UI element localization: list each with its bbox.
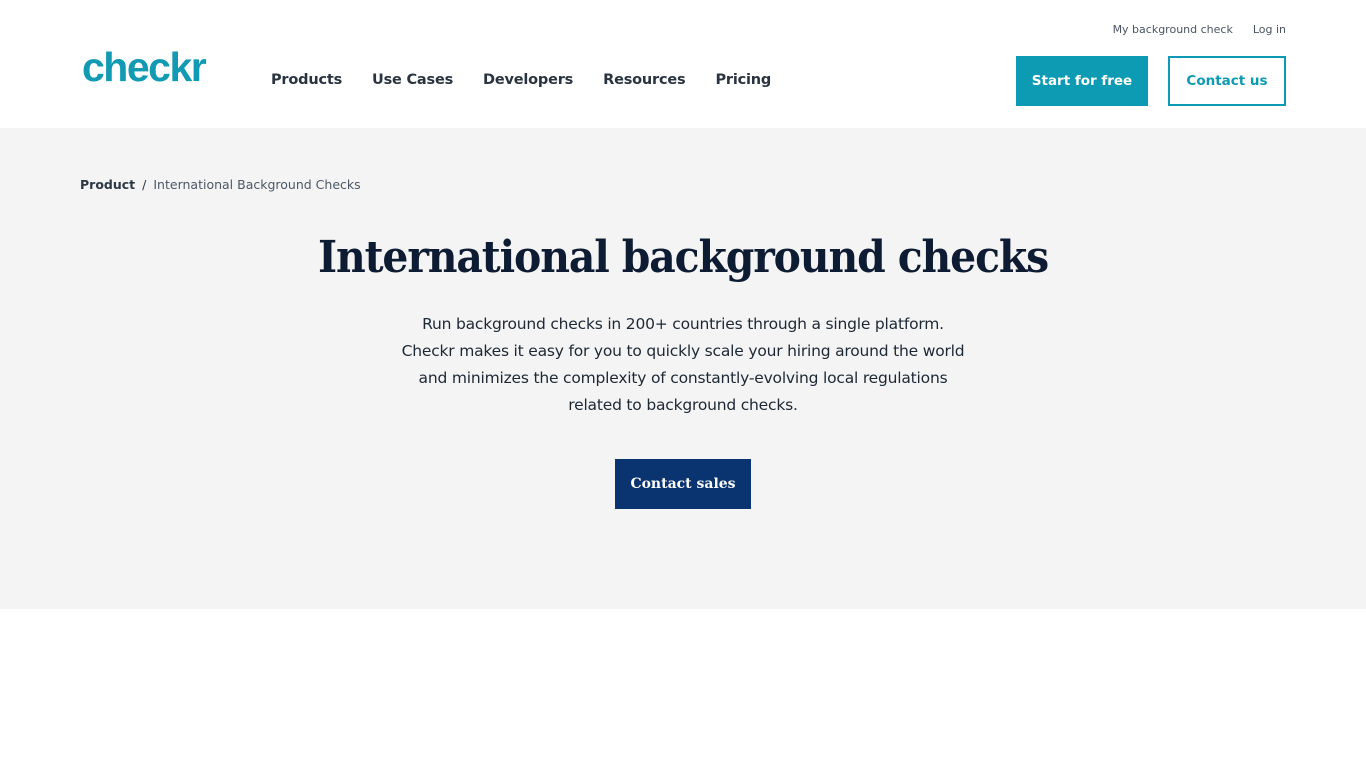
utility-nav: My background check Log in (1093, 23, 1286, 36)
log-in-link[interactable]: Log in (1253, 23, 1286, 36)
hero-description-line: Checkr makes it easy for you to quickly … (401, 342, 965, 360)
breadcrumb-separator: / (142, 177, 147, 192)
nav-resources[interactable]: Resources (603, 72, 686, 88)
site-header: checkr Products Use Cases Developers Res… (0, 0, 1366, 128)
breadcrumb-current: International Background Checks (153, 177, 361, 192)
breadcrumb: Product / International Background Check… (80, 177, 361, 192)
my-background-check-link[interactable]: My background check (1113, 23, 1233, 36)
start-for-free-button[interactable]: Start for free (1016, 56, 1148, 106)
contact-us-button[interactable]: Contact us (1168, 56, 1286, 106)
hero-description-line: Run background checks in 200+ countries … (422, 315, 944, 333)
page-title: International background checks (317, 232, 1049, 283)
nav-products[interactable]: Products (271, 72, 342, 88)
hero-description-line: related to background checks. (568, 396, 798, 414)
hero-description: Run background checks in 200+ countries … (383, 311, 983, 419)
nav-developers[interactable]: Developers (483, 72, 573, 88)
nav-use-cases[interactable]: Use Cases (372, 72, 453, 88)
checkr-logo[interactable]: checkr (82, 47, 207, 88)
hero-section: Product / International Background Check… (0, 128, 1366, 609)
main-nav: Products Use Cases Developers Resources … (271, 72, 801, 88)
hero-description-line: and minimizes the complexity of constant… (418, 369, 948, 387)
breadcrumb-product-link[interactable]: Product (80, 177, 135, 192)
nav-pricing[interactable]: Pricing (715, 72, 771, 88)
contact-sales-button[interactable]: Contact sales (615, 459, 751, 509)
